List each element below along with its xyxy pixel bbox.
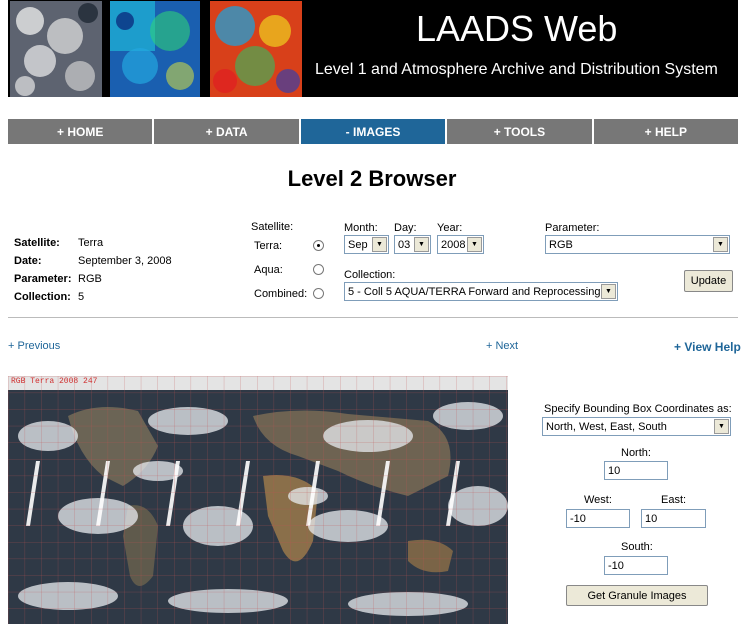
west-label: West: [584,494,612,506]
north-label: North: [621,447,651,459]
east-label: East: [661,494,687,506]
month-select-value: Sep [348,238,368,251]
north-input[interactable]: 10 [604,461,668,480]
day-label: Day: [394,222,417,234]
east-input[interactable]: 10 [641,509,706,528]
day-select-value: 03 [398,238,411,251]
south-input[interactable]: -10 [604,556,668,575]
collection-select-value: 5 - Coll 5 AQUA/TERRA Forward and Reproc… [348,285,601,298]
year-select-value: 2008 [441,238,466,251]
site-subtitle: Level 1 and Atmosphere Archive and Distr… [315,61,718,78]
month-select[interactable]: Sep ▼ [344,235,389,254]
satellite-combined-radio[interactable] [313,288,324,299]
page-title: Level 2 Browser [287,166,457,191]
parameter-select-value: RGB [549,238,573,251]
satellite-heading: Satellite: [251,221,294,233]
chevron-down-icon: ▼ [714,419,729,434]
satellite-terra-radio[interactable] [313,240,324,251]
month-label: Month: [344,222,378,234]
nav-data[interactable]: + DATA [154,119,301,144]
chevron-down-icon: ▼ [601,284,616,299]
nav-images[interactable]: - IMAGES [300,119,448,144]
view-help-link[interactable]: + View Help [674,340,741,354]
parameter-label: Parameter: [545,222,600,234]
banner-thumbnail-1 [10,1,102,97]
info-date-label: Date: [14,255,42,267]
info-satellite: Satellite: Terra [14,237,103,249]
chevron-down-icon: ▼ [372,237,387,252]
parameter-select[interactable]: RGB ▼ [545,235,730,254]
year-select[interactable]: 2008 ▼ [437,235,484,254]
day-select[interactable]: 03 ▼ [394,235,431,254]
satellite-combined-label: Combined: [254,288,308,300]
info-date: Date: September 3, 2008 [14,255,172,267]
year-label: Year: [437,222,463,234]
site-banner: LAADS Web Level 1 and Atmosphere Archive… [8,0,738,97]
info-collection-label: Collection: [14,291,71,303]
banner-thumbnail-3 [210,1,302,97]
banner-thumbnail-2 [110,1,200,97]
satellite-terra-label: Terra: [254,240,283,252]
previous-link[interactable]: + Previous [8,340,60,352]
info-parameter: Parameter: RGB [14,273,102,285]
map-label: RGB Terra 2008 247 [11,377,98,386]
chevron-down-icon: ▼ [467,237,482,252]
info-collection: Collection: 5 [14,291,84,303]
info-parameter-label: Parameter: [14,273,72,285]
chevron-down-icon: ▼ [414,237,429,252]
south-label: South: [621,541,653,553]
west-input[interactable]: -10 [566,509,630,528]
bbox-heading: Specify Bounding Box Coordinates as: [544,403,732,415]
update-button[interactable]: Update [684,270,733,292]
get-granule-images-button[interactable]: Get Granule Images [566,585,708,606]
bbox-format-value: North, West, East, South [546,420,667,433]
info-satellite-value: Terra [78,237,104,249]
info-collection-value: 5 [78,291,85,303]
world-map-graphic [8,376,508,624]
nav-help[interactable]: + HELP [593,119,739,144]
info-date-value: September 3, 2008 [78,255,172,267]
info-parameter-value: RGB [78,273,102,285]
divider [8,317,738,318]
nav-tools[interactable]: + TOOLS [447,119,594,144]
main-nav: + HOME + DATA - IMAGES + TOOLS + HELP [8,119,739,144]
chevron-down-icon: ▼ [713,237,728,252]
bbox-format-select[interactable]: North, West, East, South ▼ [542,417,731,436]
satellite-aqua-label: Aqua: [254,264,283,276]
info-satellite-label: Satellite: [14,237,60,249]
world-map-image[interactable]: RGB Terra 2008 247 [8,376,508,624]
satellite-aqua-radio[interactable] [313,264,324,275]
site-title: LAADS Web [416,8,618,49]
nav-home[interactable]: + HOME [8,119,155,144]
collection-label: Collection: [344,269,396,281]
next-link[interactable]: + Next [486,340,518,352]
collection-select[interactable]: 5 - Coll 5 AQUA/TERRA Forward and Reproc… [344,282,618,301]
